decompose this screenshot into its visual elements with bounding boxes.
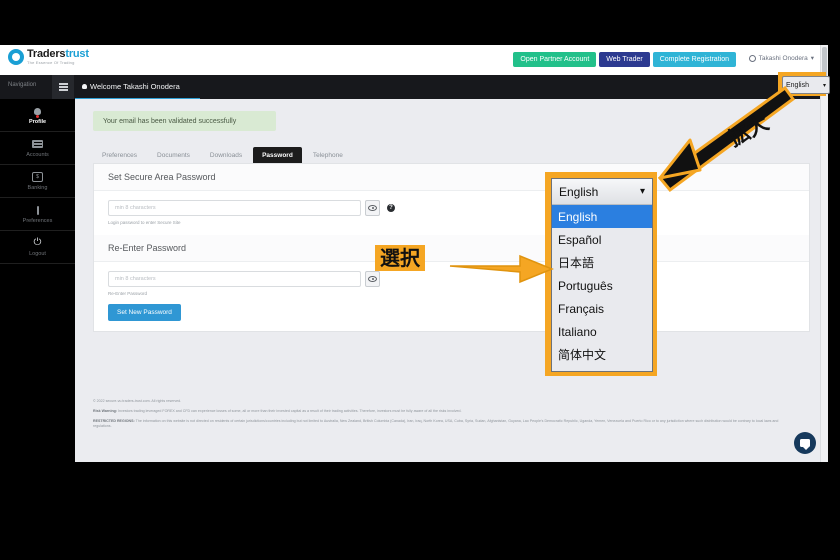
language-option-portugues[interactable]: Português bbox=[552, 274, 652, 297]
email-validated-alert: Your email has been validated successful… bbox=[93, 111, 276, 131]
logo-wordmark: Traderstrust The Essence Of Trading bbox=[27, 49, 89, 65]
risk-warning: Risk Warning: Investors trading leverage… bbox=[93, 409, 793, 414]
language-dropdown[interactable]: English ▾ English Español 日本語 Português … bbox=[551, 178, 653, 372]
user-circle-icon bbox=[748, 54, 756, 62]
sidebar-item-preferences[interactable]: Preferences bbox=[0, 198, 75, 231]
user-menu[interactable]: Takashi Onodera ▾ bbox=[748, 54, 814, 62]
restricted-regions-text: The information on this website is not d… bbox=[93, 419, 779, 429]
confirm-password-placeholder: min 8 characters bbox=[115, 276, 156, 282]
sidebar-item-label: Banking bbox=[27, 184, 48, 191]
tab-documents[interactable]: Documents bbox=[148, 147, 199, 164]
copyright-text: © 2022 secure-vu.traders-trust.com. All … bbox=[93, 399, 182, 403]
set-password-row: min 8 characters ? bbox=[108, 200, 795, 216]
legal-footer: © 2022 secure-vu.traders-trust.com. All … bbox=[93, 399, 793, 435]
annotation-select: 選択 bbox=[375, 245, 425, 271]
language-selector-value: English bbox=[786, 81, 809, 89]
restricted-regions-label: RESTRICTED REGIONS: bbox=[93, 419, 135, 424]
chevron-down-icon: ▾ bbox=[822, 82, 826, 89]
hamburger-icon[interactable] bbox=[52, 75, 74, 99]
sidebar-item-profile[interactable]: Profile bbox=[0, 99, 75, 132]
tab-telephone[interactable]: Telephone bbox=[304, 147, 352, 164]
gear-circle-icon bbox=[8, 49, 24, 65]
eye-icon[interactable] bbox=[365, 271, 380, 287]
navigation-label: Navigation bbox=[8, 82, 37, 88]
sidebar-item-label: Preferences bbox=[22, 217, 53, 224]
risk-warning-text: Investors trading leveraged FOREX and CF… bbox=[117, 409, 462, 413]
complete-registration-button[interactable]: Complete Registration bbox=[652, 52, 736, 67]
language-selector[interactable]: English ▾ bbox=[782, 76, 830, 94]
logo-name-primary: Traders bbox=[27, 48, 66, 60]
welcome-banner: Welcome Takashi Onodera bbox=[82, 82, 180, 91]
sidebar-item-banking[interactable]: $ Banking bbox=[0, 165, 75, 198]
reenter-password-header: Re-Enter Password bbox=[94, 235, 809, 262]
screenshot-stage: Traderstrust The Essence Of Trading Open… bbox=[0, 0, 840, 560]
open-partner-account-button[interactable]: Open Partner Account bbox=[513, 52, 597, 67]
user-menu-label: Takashi Onodera bbox=[758, 54, 808, 62]
logo-tagline: The Essence Of Trading bbox=[27, 60, 75, 65]
profile-tabs: Preferences Documents Downloads Password… bbox=[93, 147, 352, 164]
language-option-english[interactable]: English bbox=[552, 205, 652, 228]
sidebar-item-logout[interactable]: ⏻ Logout bbox=[0, 231, 75, 264]
language-option-francais[interactable]: Français bbox=[552, 297, 652, 320]
tab-downloads[interactable]: Downloads bbox=[201, 147, 251, 164]
confirm-password-hint: Re-Enter Password bbox=[108, 291, 148, 296]
sidebar-item-label: Logout bbox=[29, 250, 46, 257]
money-icon: $ bbox=[32, 172, 43, 183]
tab-preferences[interactable]: Preferences bbox=[93, 147, 146, 164]
top-nav-bar: Navigation Welcome Takashi Onodera bbox=[0, 75, 828, 99]
dots-vertical-icon bbox=[32, 205, 43, 216]
user-avatar-icon bbox=[32, 106, 43, 118]
brand-header-bar: Traderstrust The Essence Of Trading Open… bbox=[0, 45, 828, 75]
header-action-buttons: Open Partner Account Web Trader Complete… bbox=[513, 52, 736, 67]
new-password-hint: Login password to enter Secure Site bbox=[108, 220, 181, 225]
web-trader-button[interactable]: Web Trader bbox=[599, 52, 650, 67]
power-icon: ⏻ bbox=[33, 237, 42, 248]
language-option-espanol[interactable]: Español bbox=[552, 228, 652, 251]
sidebar-item-label: Accounts bbox=[26, 151, 49, 158]
welcome-text: Welcome Takashi Onodera bbox=[90, 82, 180, 91]
user-icon bbox=[82, 84, 87, 89]
left-sidebar: Profile Accounts $ Banking Preferences ⏻… bbox=[0, 99, 75, 462]
traderstrust-logo[interactable]: Traderstrust The Essence Of Trading bbox=[8, 49, 89, 65]
annotation-select-label: 選択 bbox=[375, 245, 425, 271]
set-password-body: min 8 characters ? Login password to ent… bbox=[94, 191, 809, 235]
question-mark-icon[interactable]: ? bbox=[387, 204, 395, 212]
reenter-password-body: min 8 characters Re-Enter Password Set N… bbox=[94, 262, 809, 331]
new-password-input[interactable]: min 8 characters bbox=[108, 200, 361, 216]
sidebar-item-accounts[interactable]: Accounts bbox=[0, 132, 75, 165]
alert-text: Your email has been validated successful… bbox=[103, 117, 237, 125]
confirm-password-input[interactable]: min 8 characters bbox=[108, 271, 361, 287]
chevron-down-icon: ▾ bbox=[810, 55, 814, 62]
language-option-list: English Español 日本語 Português Français I… bbox=[552, 205, 652, 366]
eye-icon[interactable] bbox=[365, 200, 380, 216]
risk-warning-label: Risk Warning: bbox=[93, 409, 118, 413]
new-password-placeholder: min 8 characters bbox=[115, 205, 156, 211]
page-scrollbar[interactable] bbox=[820, 45, 828, 462]
restricted-regions: RESTRICTED REGIONS: The information on t… bbox=[93, 419, 793, 429]
sidebar-item-label: Profile bbox=[28, 118, 47, 125]
chat-bubble-icon[interactable] bbox=[794, 432, 816, 454]
tab-password[interactable]: Password bbox=[253, 147, 302, 164]
language-option-japanese[interactable]: 日本語 bbox=[552, 251, 652, 274]
logo-name-secondary: trust bbox=[65, 48, 89, 60]
main-content: Your email has been validated successful… bbox=[75, 99, 828, 462]
set-password-header: Set Secure Area Password bbox=[94, 164, 809, 191]
set-new-password-button[interactable]: Set New Password bbox=[108, 304, 181, 321]
password-card: Set Secure Area Password min 8 character… bbox=[93, 163, 810, 332]
language-dropdown-current[interactable]: English ▾ bbox=[552, 179, 652, 205]
language-option-italiano[interactable]: Italiano bbox=[552, 320, 652, 343]
reenter-password-row: min 8 characters bbox=[108, 271, 795, 287]
set-password-title: Set Secure Area Password bbox=[108, 172, 216, 182]
language-option-chinese[interactable]: 简体中文 bbox=[552, 343, 652, 366]
list-card-icon bbox=[32, 139, 43, 150]
reenter-password-title: Re-Enter Password bbox=[108, 243, 187, 253]
language-dropdown-value: English bbox=[559, 184, 599, 199]
chevron-down-icon: ▾ bbox=[639, 186, 645, 197]
